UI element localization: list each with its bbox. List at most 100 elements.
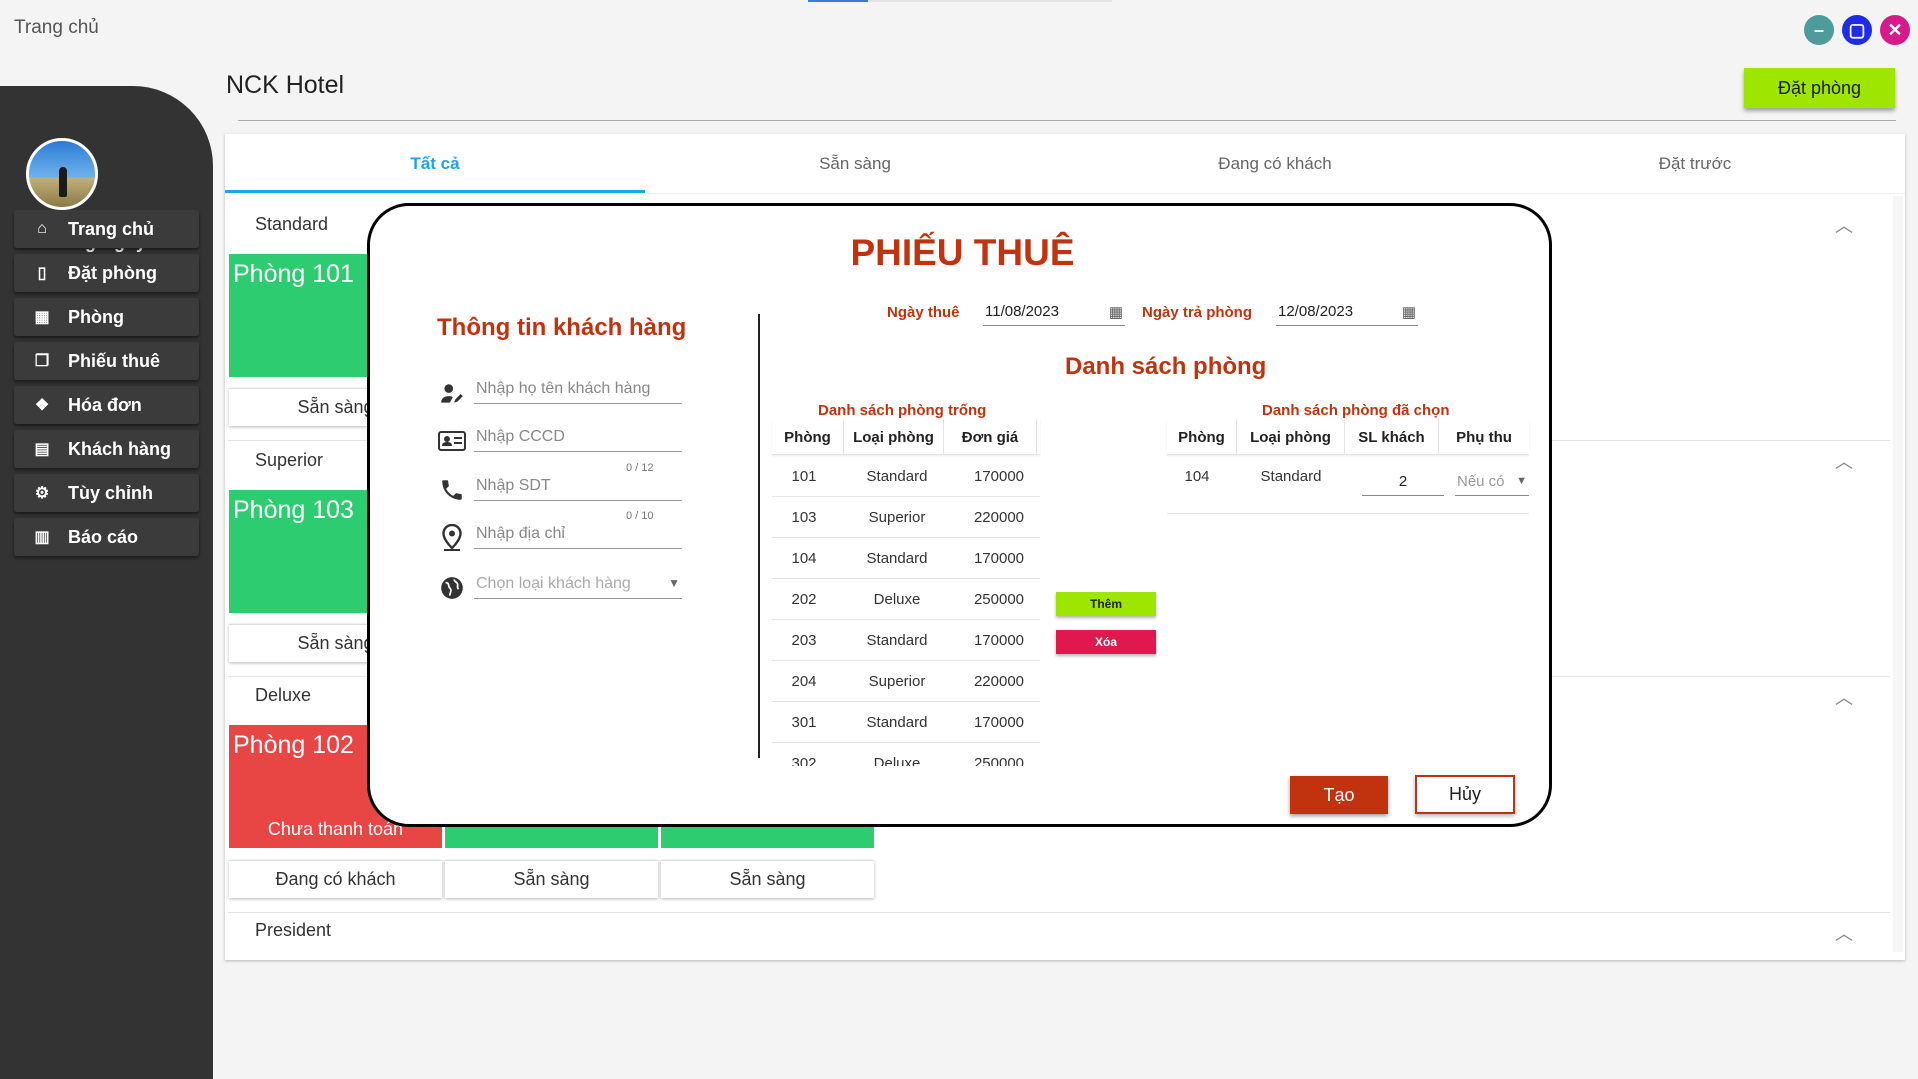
table-row[interactable]: 101 Standard 170000 xyxy=(772,456,1040,497)
divider xyxy=(238,120,1896,121)
room-price: 220000 xyxy=(973,508,1025,526)
table-row[interactable]: 202 Deluxe 250000 xyxy=(772,579,1040,620)
app-title: NCK Hotel xyxy=(226,71,345,99)
customer-info-title: Thông tin khách hàng xyxy=(437,314,687,341)
sidebar-item-rental-forms[interactable]: ❐ Phiếu thuê xyxy=(14,342,199,380)
placeholder: Chọn loại khách hàng xyxy=(476,575,631,592)
sidebar-item-rooms[interactable]: ▦ Phòng xyxy=(14,298,199,336)
phone-input[interactable]: Nhập SDT xyxy=(474,469,682,501)
room-price: 170000 xyxy=(973,631,1025,649)
placeholder: Nhập họ tên khách hàng xyxy=(476,380,651,397)
id-number-input[interactable]: Nhập CCCD xyxy=(474,420,682,452)
selected-table-header: Phòng Loại phòng SL khách Phụ thu xyxy=(1167,419,1529,455)
tab-all[interactable]: Tất cả xyxy=(225,134,645,194)
chevron-up-icon[interactable]: ︿ xyxy=(1835,684,1853,710)
room-name: Phòng 103 xyxy=(233,496,354,524)
phone-icon xyxy=(438,476,466,504)
scrollbar[interactable] xyxy=(1893,196,1903,952)
column-header[interactable]: Đơn giá xyxy=(944,419,1037,455)
address-input[interactable]: Nhập địa chỉ xyxy=(474,517,682,549)
rent-date-picker[interactable]: 11/08/2023 ▦ xyxy=(983,296,1125,326)
room-type: Deluxe xyxy=(873,754,921,767)
room-type: Standard xyxy=(866,713,928,731)
chevron-up-icon[interactable]: ︿ xyxy=(1835,920,1853,946)
divider xyxy=(225,193,1905,194)
minimize-button[interactable]: – xyxy=(1804,15,1834,45)
table-row[interactable]: 204 Superior 220000 xyxy=(772,661,1040,702)
room-number: 204 xyxy=(791,672,817,690)
gear-icon: ⚙ xyxy=(34,485,50,502)
column-header[interactable]: Phòng xyxy=(772,419,844,455)
room-status: Sẵn sàng xyxy=(445,860,658,898)
room-list-title: Danh sách phòng xyxy=(1065,353,1267,380)
close-icon: ✕ xyxy=(1887,19,1903,40)
sidebar-item-label: Phiếu thuê xyxy=(68,350,161,371)
sidebar-item-settings[interactable]: ⚙ Tùy chỉnh xyxy=(14,474,199,512)
table-row[interactable]: 302 Deluxe 250000 xyxy=(772,743,1040,767)
add-room-button[interactable]: Thêm xyxy=(1056,592,1156,616)
table-row[interactable]: 103 Superior 220000 xyxy=(772,497,1040,538)
room-type: Standard xyxy=(1260,467,1322,485)
customer-type-select[interactable]: Chọn loại khách hàng ▼ xyxy=(474,567,682,599)
create-button[interactable]: Tạo xyxy=(1290,776,1388,814)
dialog-title: PHIẾU THUÊ xyxy=(850,232,1075,273)
table-row[interactable]: 203 Standard 170000 xyxy=(772,620,1040,661)
globe-icon xyxy=(438,574,466,602)
chevron-up-icon[interactable]: ︿ xyxy=(1835,212,1853,238)
minimize-icon: – xyxy=(1813,19,1824,40)
sidebar-item-label: Phòng xyxy=(68,306,124,327)
dropdown-caret-icon: ▼ xyxy=(1516,475,1527,487)
sidebar-item-reports[interactable]: ▥ Báo cáo xyxy=(14,518,199,556)
sidebar-item-customers[interactable]: ▤ Khách hàng xyxy=(14,430,199,468)
available-rooms-table[interactable]: 101 Standard 170000 103 Superior 220000 … xyxy=(772,456,1040,766)
group-title-deluxe: Deluxe xyxy=(255,685,312,705)
sidebar-item-label: Trang chủ xyxy=(68,218,155,239)
sidebar-item-invoices[interactable]: ❖ Hóa đơn xyxy=(14,386,199,424)
customer-name-input[interactable]: Nhập họ tên khách hàng xyxy=(474,372,682,404)
sidebar-item-home[interactable]: ⌂ Trang chủ xyxy=(14,210,199,248)
date-value: 11/08/2023 xyxy=(985,303,1059,320)
guest-count-input[interactable]: 2 xyxy=(1362,464,1444,496)
room-number: 302 xyxy=(791,754,817,767)
sidebar-item-label: Khách hàng xyxy=(68,438,172,459)
sidebar-item-booking[interactable]: ▯ Đặt phòng xyxy=(14,254,199,292)
available-table-header: Phòng Loại phòng Đơn giá xyxy=(772,419,1040,455)
room-price: 170000 xyxy=(973,467,1025,485)
room-status: Sẵn sàng xyxy=(661,860,874,898)
column-header[interactable]: Loại phòng xyxy=(1237,419,1345,455)
tab-reserved[interactable]: Đặt trước xyxy=(1485,134,1905,194)
column-header[interactable]: SL khách xyxy=(1345,419,1439,455)
room-number: 104 xyxy=(1184,467,1210,485)
tab-available[interactable]: Sẵn sàng xyxy=(645,134,1065,194)
maximize-icon: ▢ xyxy=(1848,19,1866,40)
close-button[interactable]: ✕ xyxy=(1880,15,1910,45)
column-header[interactable]: Loại phòng xyxy=(844,419,944,455)
table-row[interactable]: 104 Standard 2 Nếu có ▼ xyxy=(1167,456,1529,514)
column-header[interactable]: Phòng xyxy=(1167,419,1237,455)
person-edit-icon xyxy=(438,380,466,408)
remove-room-button[interactable]: Xóa xyxy=(1056,630,1156,654)
room-number: 203 xyxy=(791,631,817,649)
placeholder: Nhập địa chỉ xyxy=(476,525,565,542)
rent-date-label: Ngày thuê xyxy=(887,304,960,321)
table-row[interactable]: 301 Standard 170000 xyxy=(772,702,1040,743)
bar-chart-icon: ▥ xyxy=(34,529,50,546)
rental-form-dialog: PHIẾU THUÊ Thông tin khách hàng Nhập họ … xyxy=(367,203,1552,827)
return-date-label: Ngày trả phòng xyxy=(1142,304,1253,321)
surcharge-select[interactable]: Nếu có ▼ xyxy=(1455,464,1529,496)
room-type: Standard xyxy=(866,549,928,567)
room-number: 104 xyxy=(791,549,817,567)
tab-occupied[interactable]: Đang có khách xyxy=(1065,134,1485,194)
clipboard-icon: ❐ xyxy=(34,353,50,370)
room-number: 103 xyxy=(791,508,817,526)
return-date-picker[interactable]: 12/08/2023 ▦ xyxy=(1276,296,1418,326)
calendar-icon[interactable]: ▦ xyxy=(1109,303,1123,321)
placeholder: Nhập CCCD xyxy=(476,428,565,445)
chevron-up-icon[interactable]: ︿ xyxy=(1835,448,1853,474)
column-header[interactable]: Phụ thu xyxy=(1439,419,1529,455)
maximize-button[interactable]: ▢ xyxy=(1842,15,1872,45)
book-room-button[interactable]: Đặt phòng xyxy=(1744,68,1895,108)
calendar-icon[interactable]: ▦ xyxy=(1402,303,1416,321)
table-row[interactable]: 104 Standard 170000 xyxy=(772,538,1040,579)
cancel-button[interactable]: Hủy xyxy=(1415,775,1515,814)
